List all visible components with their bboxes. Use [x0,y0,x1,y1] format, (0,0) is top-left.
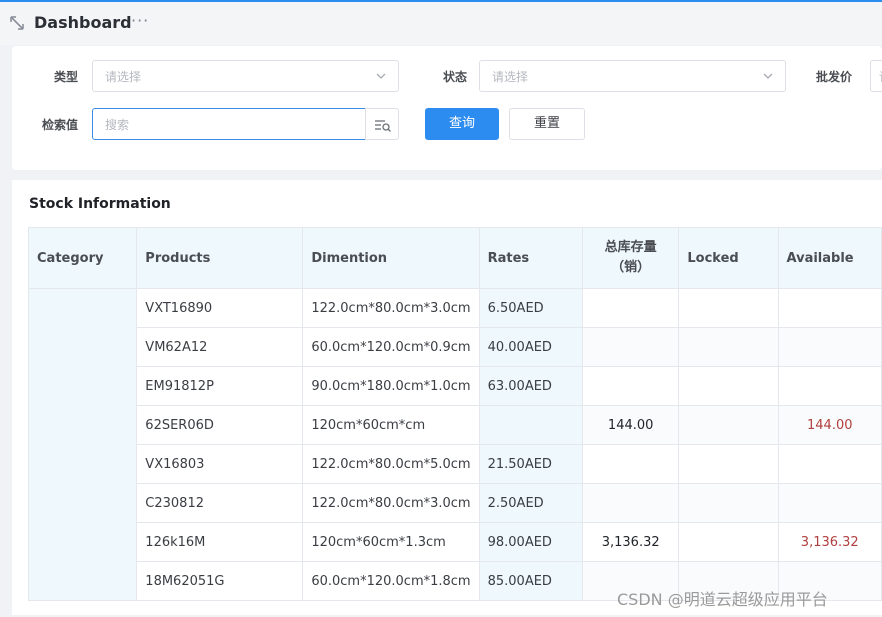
product-cell: 62SER06D [136,405,304,445]
column-header-products[interactable]: Products [136,227,304,289]
total-stock-cell [581,483,680,523]
type-label: 类型 [54,70,79,84]
table-row[interactable]: C230812 122.0cm*80.0cm*3.0cm 2.50AED [29,483,882,523]
total-stock-cell: 3,136.32 [581,522,680,562]
locked-cell [678,444,779,484]
product-cell: 126k16M [136,522,304,562]
product-cell: VXT16890 [136,288,304,328]
locked-cell [678,288,779,328]
expand-arrows-icon[interactable] [9,15,25,31]
dimension-cell: 122.0cm*80.0cm*3.0cm [302,483,480,523]
column-header-available[interactable]: Available [777,227,882,289]
rate-cell [478,405,583,445]
product-cell: VM62A12 [136,327,304,367]
locked-cell [678,522,779,562]
dimension-cell: 122.0cm*80.0cm*3.0cm [302,288,480,328]
available-cell [777,444,882,484]
table-row[interactable]: VM62A12 60.0cm*120.0cm*0.9cm 40.00AED [29,327,882,367]
search-placeholder: 搜索 [105,118,130,132]
wholesale-price-label: 批发价 [816,70,853,84]
column-header-locked[interactable]: Locked [678,227,779,289]
dimension-cell: 120cm*60cm*1.3cm [302,522,480,562]
locked-cell [678,405,779,445]
product-cell: 18M62051G [136,561,304,601]
available-cell: 144.00 [777,405,882,445]
rate-cell: 98.00AED [478,522,583,562]
query-button[interactable]: 查询 [425,108,499,140]
total-stock-cell [581,366,680,406]
reset-button[interactable]: 重置 [509,108,585,140]
search-label: 检索值 [42,118,79,132]
chevron-down-icon [763,73,773,79]
total-stock-cell [581,327,680,367]
status-label: 状态 [443,70,468,84]
total-stock-cell [581,288,680,328]
dimension-cell: 90.0cm*180.0cm*1.0cm [302,366,480,406]
available-cell: 3,136.32 [777,522,882,562]
search-group: 搜索 [92,108,399,140]
table-row[interactable]: 126k16M 120cm*60cm*1.3cm 98.00AED 3,136.… [29,522,882,562]
type-select-placeholder: 请选择 [105,70,142,84]
dimension-cell: 122.0cm*80.0cm*5.0cm [302,444,480,484]
rate-cell: 6.50AED [478,288,583,328]
rate-cell: 85.00AED [478,561,583,601]
product-cell: VX16803 [136,444,304,484]
locked-cell [678,327,779,367]
stock-table-panel: Stock Information Category Products Dime… [12,180,882,615]
dimension-cell: 60.0cm*120.0cm*1.8cm [302,561,480,601]
product-cell: EM91812P [136,366,304,406]
available-cell [777,483,882,523]
available-cell [777,327,882,367]
column-header-rates[interactable]: Rates [478,227,583,289]
wholesale-price-select[interactable]: 请 [870,60,882,92]
available-cell [777,288,882,328]
total-stock-cell [581,444,680,484]
type-select[interactable]: 请选择 [92,60,399,92]
page-title: Dashboard [34,13,132,32]
table-row[interactable]: VX16803 122.0cm*80.0cm*5.0cm 21.50AED [29,444,882,484]
table-row[interactable]: VXT16890 122.0cm*80.0cm*3.0cm 6.50AED [28,288,882,601]
rate-cell: 21.50AED [478,444,583,484]
rate-cell: 2.50AED [478,483,583,523]
more-options-icon[interactable]: ··· [131,11,149,30]
column-header-category[interactable]: Category [28,227,138,289]
status-select-placeholder: 请选择 [492,70,529,84]
rate-cell: 40.00AED [478,327,583,367]
locked-cell [678,483,779,523]
chevron-down-icon [376,73,386,79]
table-row[interactable]: EM91812P 90.0cm*180.0cm*1.0cm 63.00AED [29,366,882,406]
stock-table-scroll[interactable]: Category Products Dimention Rates 总库存量（销… [28,227,882,617]
locked-cell [678,366,779,406]
dimension-cell: 60.0cm*120.0cm*0.9cm [302,327,480,367]
product-cell: C230812 [136,483,304,523]
search-list-icon[interactable] [365,108,399,140]
rate-cell: 63.00AED [478,366,583,406]
column-header-dimention[interactable]: Dimention [302,227,480,289]
column-header-total-stock[interactable]: 总库存量（销） [581,227,680,289]
status-select[interactable]: 请选择 [479,60,786,92]
top-bar: Dashboard ··· [0,0,882,45]
table-header-row: Category Products Dimention Rates 总库存量（销… [28,227,882,289]
filter-panel: 类型 请选择 状态 请选择 批发价 请 检索值 搜索 查询 重置 [12,46,882,170]
available-cell [777,366,882,406]
stock-table: Category Products Dimention Rates 总库存量（销… [28,227,882,601]
table-row[interactable]: 62SER06D 120cm*60cm*cm 144.00 144.00 [29,405,882,445]
dimension-cell: 120cm*60cm*cm [302,405,480,445]
total-stock-cell: 144.00 [581,405,680,445]
watermark: CSDN @明道云超级应用平台 [617,590,828,609]
category-cell [28,288,138,601]
search-input[interactable]: 搜索 [92,108,366,140]
table-title: Stock Information [29,196,171,212]
